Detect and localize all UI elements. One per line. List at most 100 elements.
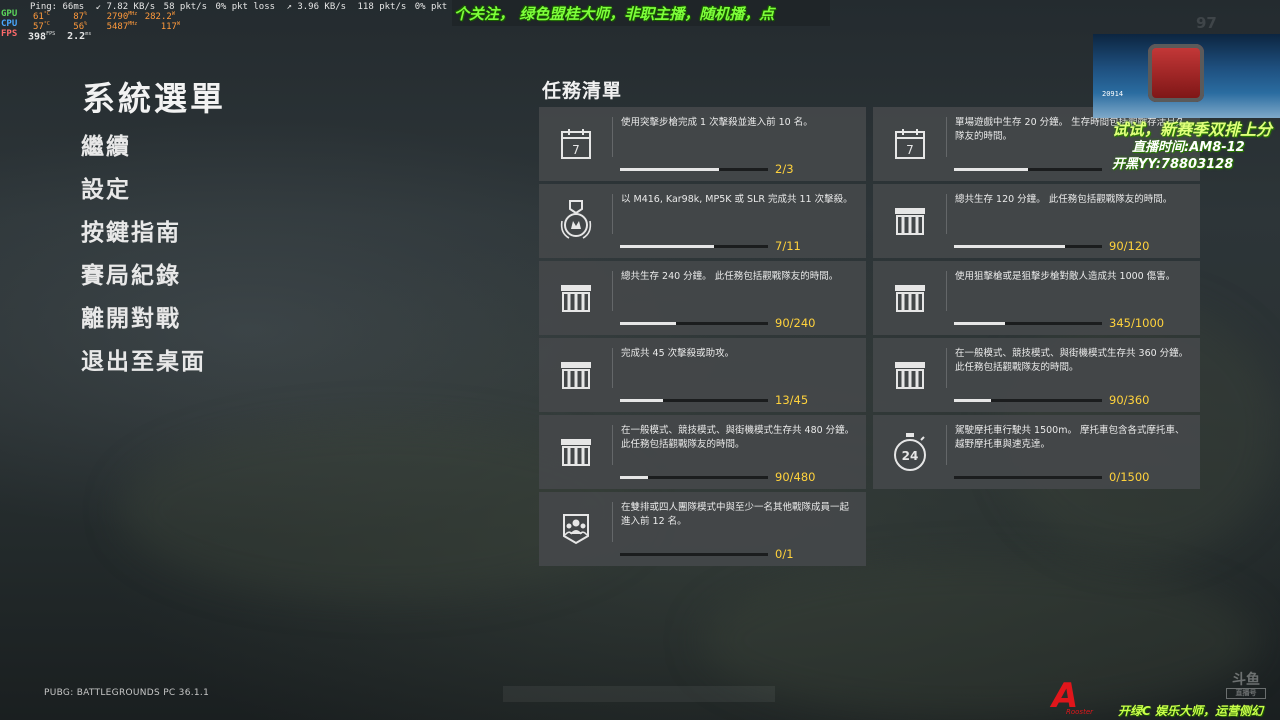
stream-bottom-tag: Rooster [1066,708,1094,716]
hud-gpu-load-unit: % [84,11,88,17]
mission-card[interactable]: 完成共 45 次擊殺或助攻。 13/45 [539,338,866,412]
system-menu-title: 系統選單 [82,79,226,118]
medal-icon [560,200,592,239]
crate-icon [895,208,925,235]
mission-description: 完成共 45 次擊殺或助攻。 [621,348,735,359]
mission-description: 使用突擊步槍完成 1 次擊殺並進入前 10 名。 [621,117,813,128]
mission-card[interactable]: 總共生存 120 分鐘。 此任務包括觀戰隊友的時間。 90/120 [873,184,1200,258]
menu-item-match-history[interactable]: 賽局紀錄 [81,259,206,302]
hud-cpu-temp-unit: °C [43,21,50,27]
hud-net-up: 3.96 KB/s [297,2,347,12]
progress-fill [620,322,676,325]
mission-icon-wrap [873,261,947,335]
mission-progress: 90/480 [775,470,816,484]
stopwatch-value: 24 [902,449,919,463]
stream-side-line2: 直播时间:AM8-12 [1132,140,1245,155]
card-divider [946,425,947,465]
mission-description: 在一般模式、競技模式、與街機模式生存共 480 分鐘。 此任務包括觀戰隊友的時間… [621,425,855,450]
system-menu: 繼續 設定 按鍵指南 賽局紀錄 離開對戰 退出至桌面 [81,130,206,388]
progress-bar [620,168,768,171]
menu-item-key-guide[interactable]: 按鍵指南 [81,216,206,259]
mission-card[interactable]: 7 使用突擊步槍完成 1 次擊殺並進入前 10 名。 2/3 [539,107,866,181]
mission-card[interactable]: 總共生存 240 分鐘。 此任務包括觀戰隊友的時間。 90/240 [539,261,866,335]
stream-side-line1: 试试，新赛季双排上分 [1112,120,1273,139]
stream-bottom-overlay: A Rooster 开绿C 娱乐大师，运营侧幻 [1046,676,1280,720]
hud-cpu-clock-unit: MHz [128,21,138,27]
progress-bar [954,168,1102,171]
stream-side-overlay: 试试，新赛季双排上分 直播时间:AM8-12 开黑YY:78803128 [1112,120,1280,174]
hud-gpu-temp-unit: °C [43,11,50,17]
stream-banner-text: 个关注， 绿色盟桂大师，非职主播，随机播，点 [454,5,775,23]
mission-card[interactable]: 在一般模式、競技模式、與街機模式生存共 480 分鐘。 此任務包括觀戰隊友的時間… [539,415,866,489]
progress-fill [620,399,663,402]
hud-fps-label: FPS [1,29,18,39]
crate-icon [895,362,925,389]
mission-icon-wrap: 7 [539,107,613,181]
calendar-day: 7 [906,143,914,157]
mission-progress: 0/1500 [1109,470,1150,484]
mission-progress: 2/3 [775,162,794,176]
mission-icon-wrap [539,184,613,258]
progress-fill [620,245,715,248]
progress-bar [620,399,768,402]
bottom-hint-strip [503,686,775,702]
progress-bar [620,322,768,325]
mission-grid: 7 使用突擊步槍完成 1 次擊殺並進入前 10 名。 2/3 7 單場遊戲中生存… [539,107,1200,567]
hud-cpu-power-unit: W [176,21,180,27]
card-divider [946,117,947,157]
crate-icon [561,285,591,312]
hud-gpu-power-unit: W [171,11,175,17]
cam-altitude: 20914 [1102,90,1124,98]
hud-cpu-load-unit: % [84,21,88,27]
progress-fill [954,399,991,402]
mission-card[interactable]: 24 駕駛摩托車行駛共 1500m。 摩托車包含各式摩托車、越野摩托車與速克達。… [873,415,1200,489]
progress-bar [954,245,1102,248]
squad-icon [563,514,589,545]
crate-icon [895,285,925,312]
mission-description: 總共生存 240 分鐘。 此任務包括觀戰隊友的時間。 [621,271,839,282]
hud-frametime-unit: ms [85,31,92,37]
hud-gpu-clock-unit: MHz [128,11,138,17]
card-divider [612,194,613,234]
progress-fill [954,322,1006,325]
mission-progress: 90/240 [775,316,816,330]
mission-icon-wrap [539,261,613,335]
progress-bar [620,553,768,556]
mission-card[interactable]: 在雙排或四人團隊模式中與至少一名其他戰隊成員一起進入前 12 名。 0/1 [539,492,866,566]
mission-card[interactable]: 以 M416, Kar98k, MP5K 或 SLR 完成共 11 次擊殺。 7… [539,184,866,258]
card-divider [946,271,947,311]
mission-icon-wrap [539,415,613,489]
mission-description: 在雙排或四人團隊模式中與至少一名其他戰隊成員一起進入前 12 名。 [621,502,850,527]
hud-net-loss-down: 0% pkt loss [215,2,276,12]
card-divider [612,271,613,311]
menu-item-exit-desktop[interactable]: 退出至桌面 [81,345,206,388]
hud-fps-value: 398 [28,31,47,43]
calendar-day: 7 [572,143,580,157]
hud-fps-row: 398FPS 2.2ms [28,29,91,42]
mission-progress: 7/11 [775,239,801,253]
mission-description: 總共生存 120 分鐘。 此任務包括觀戰隊友的時間。 [955,194,1173,205]
hud-fps-unit: FPS [46,31,56,37]
mission-icon-wrap: 7 [873,107,947,181]
card-divider [612,348,613,388]
mission-description: 在一般模式、競技模式、與街機模式生存共 360 分鐘。 此任務包括觀戰隊友的時間… [955,348,1189,373]
mission-icon-wrap [539,492,613,566]
sky-number: 97 [1196,14,1217,32]
menu-item-continue[interactable]: 繼續 [81,130,206,173]
card-divider [946,348,947,388]
menu-item-settings[interactable]: 設定 [81,173,206,216]
progress-fill [954,168,1028,171]
mission-card[interactable]: 在一般模式、競技模式、與街機模式生存共 360 分鐘。 此任務包括觀戰隊友的時間… [873,338,1200,412]
crate-icon [561,439,591,466]
upload-icon: ↗ [286,2,292,12]
mission-card[interactable]: 使用狙擊槍或是狙擊步槍對敵人造成共 1000 傷害。 345/1000 [873,261,1200,335]
progress-fill [954,245,1065,248]
mission-progress: 0/1 [775,547,794,561]
airdrop-crate [1148,44,1204,102]
mission-description: 使用狙擊槍或是狙擊步槍對敵人造成共 1000 傷害。 [955,271,1176,282]
hud-cpu-clock: 5487 [106,22,129,32]
progress-bar [954,322,1102,325]
progress-bar [620,245,768,248]
menu-item-leave-match[interactable]: 離開對戰 [81,302,206,345]
mission-description: 駕駛摩托車行駛共 1500m。 摩托車包含各式摩托車、越野摩托車與速克達。 [955,425,1185,450]
